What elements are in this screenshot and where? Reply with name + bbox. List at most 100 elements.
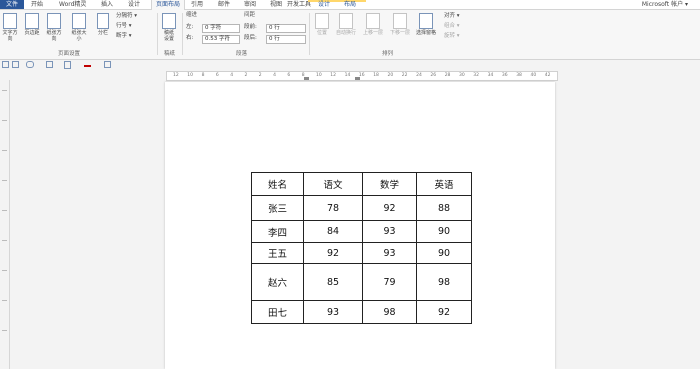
tab-design[interactable]: 设计: [128, 0, 140, 9]
format-icon[interactable]: [104, 61, 111, 68]
tab-page-layout[interactable]: 页面布局: [151, 0, 185, 10]
table-row: 赵六 85 79 98: [251, 263, 472, 301]
rotate-dropdown[interactable]: 旋转 ▾: [444, 33, 460, 40]
margins-button[interactable]: 页边距: [23, 13, 41, 36]
paper-size-label: 纸张大小: [71, 30, 87, 42]
ruler-tick: [2, 120, 7, 121]
orientation-button[interactable]: 纸张方向: [45, 13, 63, 42]
tab-home[interactable]: 开始: [31, 0, 43, 9]
header-cell-name[interactable]: 姓名: [251, 172, 304, 196]
ribbon-tab-bar: 文件 开始 Word精灵 插入 设计 页面布局 引用 邮件 审阅 视图 开发工具…: [0, 0, 700, 10]
ruler-tick-label: 38: [516, 73, 522, 78]
table-cell[interactable]: 王五: [251, 242, 304, 264]
tab-word-elf[interactable]: Word精灵: [59, 0, 86, 9]
table-cell[interactable]: 85: [303, 263, 363, 301]
draft-settings-label: 稿纸 设置: [163, 30, 174, 42]
breaks-dropdown[interactable]: 分隔符 ▾: [116, 13, 137, 20]
tab-review[interactable]: 审阅: [244, 0, 256, 9]
ruler-tick-label: 2: [244, 73, 248, 78]
bring-forward-button[interactable]: 上移一层: [361, 13, 385, 36]
paper-size-button[interactable]: 纸张大小: [70, 13, 88, 42]
position-button[interactable]: 位置: [312, 13, 332, 36]
table-cell[interactable]: 98: [362, 300, 417, 324]
table-cell[interactable]: 79: [362, 263, 417, 301]
indent-marker-icon[interactable]: [304, 77, 309, 80]
send-backward-button[interactable]: 下移一层: [388, 13, 412, 36]
send-backward-label: 下移一层: [389, 30, 410, 36]
table-cell[interactable]: 93: [362, 242, 417, 264]
header-cell-english[interactable]: 英语: [416, 172, 472, 196]
table-cell[interactable]: 90: [416, 220, 472, 243]
shapes-icon[interactable]: [26, 61, 34, 68]
table-cell[interactable]: 78: [303, 195, 363, 221]
table-cell[interactable]: 田七: [251, 300, 304, 324]
wrap-text-button[interactable]: 自动换行: [334, 13, 358, 36]
indent-left-label: 左:: [186, 24, 194, 30]
ruler-tick-label: 4: [273, 73, 276, 78]
draft-group-label: 稿纸: [164, 51, 176, 57]
insert-icon[interactable]: [46, 61, 53, 68]
table-cell[interactable]: 92: [416, 300, 472, 324]
tab-table-design[interactable]: 设计: [318, 0, 330, 9]
indent-title: 缩进: [186, 12, 198, 18]
vertical-ruler[interactable]: [0, 80, 10, 369]
align-dropdown[interactable]: 对齐 ▾: [444, 13, 460, 20]
ruler-tick: [2, 180, 7, 181]
tab-view[interactable]: 视图: [270, 0, 282, 9]
space-before-input[interactable]: 0 行: [266, 24, 306, 33]
ruler-tick: [2, 240, 7, 241]
ruler-tick-label: 18: [373, 73, 379, 78]
ruler-tick-label: 4: [230, 73, 234, 78]
table-cell[interactable]: 92: [362, 195, 417, 221]
ruler-tick: [2, 300, 7, 301]
table-cell[interactable]: 88: [416, 195, 472, 221]
line-numbers-dropdown[interactable]: 行号 ▾: [116, 23, 132, 30]
score-table[interactable]: 姓名 语文 数学 英语 张三 78 92 88 李四 84 93 90 王五 9…: [251, 172, 472, 324]
spacing-title: 间距: [244, 12, 256, 18]
header-cell-math[interactable]: 数学: [362, 172, 417, 196]
tab-references[interactable]: 引用: [191, 0, 203, 9]
table-cell[interactable]: 98: [416, 263, 472, 301]
table-icon[interactable]: [2, 61, 9, 68]
horizontal-ruler[interactable]: 12 10 8 6 4 2 2 4 6 8 10 12 14 16 18 20 22 24 26 28 30 32 34 36…: [166, 71, 558, 81]
tab-mailings[interactable]: 邮件: [218, 0, 230, 9]
tab-table-layout[interactable]: 布局: [344, 0, 356, 9]
ruler-tick-label: 12: [173, 73, 179, 78]
columns-label: 分栏: [97, 30, 108, 36]
table-cell[interactable]: 李四: [251, 220, 304, 243]
tab-insert[interactable]: 插入: [101, 0, 113, 9]
font-color-icon[interactable]: [84, 61, 91, 67]
columns-button[interactable]: 分栏: [96, 13, 110, 36]
header-cell-chinese[interactable]: 语文: [303, 172, 363, 196]
draft-settings-button[interactable]: 稿纸 设置: [160, 13, 178, 42]
table-row: 李四 84 93 90: [251, 220, 472, 243]
selection-pane-button[interactable]: 选择窗格: [414, 13, 438, 36]
ruler-tick: [2, 90, 7, 91]
text-direction-icon: [3, 13, 17, 29]
text-direction-button[interactable]: 文字方向: [1, 13, 19, 42]
table-cell[interactable]: 93: [303, 300, 363, 324]
ruler-tick-label: 12: [330, 73, 337, 78]
tab-file[interactable]: 文件: [0, 0, 24, 9]
ruler-tick-label: 22: [401, 73, 408, 78]
table-cell[interactable]: 赵六: [251, 263, 304, 301]
right-indent-marker-icon[interactable]: [355, 77, 360, 80]
arrange-group-label: 排列: [382, 51, 394, 57]
group-separator: [309, 13, 310, 55]
table-cell[interactable]: 84: [303, 220, 363, 243]
table-cell[interactable]: 92: [303, 242, 363, 264]
group-dropdown[interactable]: 组合 ▾: [444, 23, 460, 30]
table-cell[interactable]: 90: [416, 242, 472, 264]
ruler-tick-label: 24: [416, 73, 422, 78]
account-menu[interactable]: Microsoft 帐户 ▾: [642, 0, 688, 9]
table-cell[interactable]: 张三: [251, 195, 304, 221]
table-cell[interactable]: 93: [362, 220, 417, 243]
indent-left-input[interactable]: 0 字符: [202, 24, 240, 33]
borders-icon[interactable]: [12, 61, 19, 68]
ruler-tick-label: 32: [473, 73, 480, 78]
space-after-input[interactable]: 0 行: [266, 35, 306, 44]
hyphenation-dropdown[interactable]: 断字 ▾: [116, 33, 132, 40]
page-icon[interactable]: [64, 61, 71, 69]
ruler-tick-label: 40: [530, 73, 537, 78]
indent-right-input[interactable]: 0.53 字符: [202, 35, 240, 44]
